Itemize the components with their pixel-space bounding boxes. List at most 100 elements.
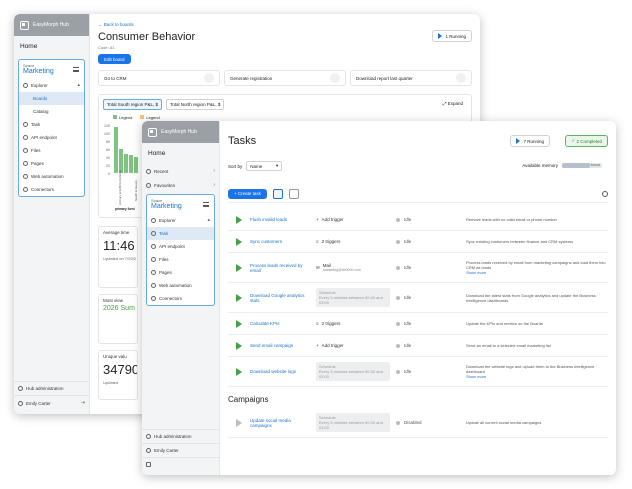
create-task-button[interactable]: + Create task (228, 188, 267, 199)
grouped-view-icon[interactable] (288, 188, 299, 199)
explorer-icon (23, 82, 28, 88)
menu-icon[interactable] (203, 202, 209, 207)
hub-admin-link[interactable]: Hub administration (142, 429, 219, 443)
sidebar-item-explorer[interactable]: Explorer ▴ (147, 213, 214, 227)
sidebar-item-api-endpoint[interactable]: API endpoint (147, 240, 214, 253)
status-dot-icon (396, 265, 400, 270)
sidebar-item-label: Files (31, 148, 41, 153)
files-icon (151, 257, 156, 262)
sort-control: Sort by Name ▾ (228, 161, 283, 171)
schedule-trigger[interactable]: Schedule Every 5 minutes between 00:00 an… (316, 413, 390, 432)
task-row[interactable]: Flush invalid leads + Add trigger Idle Re… (228, 209, 608, 231)
sidebar-item-explorer[interactable]: Explorer ▴ (19, 78, 84, 92)
expand-button[interactable]: ⤢ Expand (443, 101, 463, 106)
task-name[interactable]: Flush invalid leads (250, 217, 316, 222)
list-view-icon[interactable] (272, 188, 283, 199)
running-badge[interactable]: 1 Running (432, 30, 472, 42)
show-more-link[interactable]: Show more (466, 374, 608, 379)
description-text: Update the KPIs and metrics on the Board… (466, 321, 543, 326)
status-dot-icon (396, 239, 400, 244)
space-selector[interactable]: Space Marketing (147, 195, 214, 213)
sidebar-item-pages[interactable]: Pages (19, 157, 84, 170)
sidebar-item-connectors[interactable]: Connectors (147, 292, 214, 305)
status-label: Idle (404, 265, 412, 270)
show-more-link[interactable]: Show more (466, 270, 608, 275)
sidebar-item-recent[interactable]: Recent › (142, 164, 219, 178)
collapse-sidebar-button[interactable] (142, 457, 219, 471)
sidebar-item-task[interactable]: Task (147, 227, 214, 240)
tab-south-region[interactable]: Total South region P&L, $ (103, 99, 163, 110)
task-row[interactable]: Download Google analytics stats Schedule… (228, 283, 608, 313)
sidebar-item-label: Web automation (31, 174, 64, 179)
sidebar-item-label: Files (159, 257, 169, 262)
task-name[interactable]: Process leads received by email (250, 263, 316, 273)
user-avatar-icon (146, 448, 151, 453)
menu-icon[interactable] (73, 67, 79, 72)
task-row[interactable]: Send email campaign + Add trigger Idle Se… (228, 335, 608, 357)
trigger-label[interactable]: 2 triggers (322, 321, 341, 326)
tasks-main: Tasks 7 Running ✓ 2 Completed Sort by Na… (220, 121, 616, 475)
metric-card: Most view 2026 Sum sale (98, 294, 138, 344)
sidebar-item-label: Favourites (154, 182, 176, 188)
sidebar-item-files[interactable]: Files (19, 144, 84, 157)
web-automation-icon (151, 283, 156, 288)
completed-badge[interactable]: ✓ 2 Completed (565, 135, 608, 147)
schedule-trigger[interactable]: Schedule Every 5 minutes between 00:00 an… (316, 288, 390, 307)
task-row[interactable]: Process leads received by email ✉ Mail mar… (228, 253, 608, 283)
back-to-boards-link[interactable]: ← Back to boards (98, 22, 134, 27)
card-value: 2026 Sum sale (103, 305, 137, 312)
task-row[interactable]: Download website logs Schedule Every 5 mi… (228, 357, 608, 387)
space-selector[interactable]: Space Marketing (19, 60, 84, 78)
card-updated: Updated (103, 380, 119, 385)
sidebar-item-pages[interactable]: Pages (147, 266, 214, 279)
trigger-label[interactable]: 2 triggers (322, 239, 341, 244)
running-badge[interactable]: 7 Running (510, 135, 550, 147)
sidebar-item-label: API endpoint (31, 135, 57, 140)
user-profile[interactable]: Emily Carter ⇥ (14, 395, 89, 410)
task-row[interactable]: Update social media campaigns Schedule Ev… (228, 408, 608, 438)
run-task-button[interactable] (228, 319, 250, 328)
run-task-button[interactable] (228, 215, 250, 224)
trigger-label[interactable]: Add trigger (322, 343, 344, 348)
run-task-button[interactable] (228, 367, 250, 376)
back-link-label: Back to boards (103, 22, 134, 27)
task-name[interactable]: Calculate KPIs (250, 321, 316, 326)
sidebar-item-files[interactable]: Files (147, 253, 214, 266)
task-row[interactable]: Calculate KPIs ≡ 2 triggers Idle Update t… (228, 313, 608, 335)
tab-north-region[interactable]: Total North region P&L, $ (166, 99, 225, 110)
task-name[interactable]: Send email campaign (250, 343, 316, 348)
task-description: Download the latest stats from Google an… (466, 293, 608, 303)
sidebar-item-web-automation[interactable]: Web automation (147, 279, 214, 292)
trigger-label[interactable]: Add trigger (322, 217, 344, 222)
logout-icon[interactable]: ⇥ (81, 400, 85, 406)
home-link[interactable]: Home (14, 36, 89, 57)
generate-registration-action[interactable]: Generate registration (224, 70, 346, 86)
home-link[interactable]: Home (142, 143, 219, 164)
edit-board-button[interactable]: Edit board (98, 54, 131, 64)
sort-select[interactable]: Name ▾ (246, 161, 283, 171)
sidebar-item-catalog[interactable]: Catalog (19, 105, 84, 118)
hub-admin-link[interactable]: Hub administration (14, 381, 89, 395)
sidebar-item-boards[interactable]: Boards (19, 92, 84, 105)
run-task-button[interactable] (228, 263, 250, 272)
schedule-trigger[interactable]: Schedule Every 5 minutes between 00:00 an… (316, 362, 390, 381)
search-icon[interactable] (602, 190, 608, 197)
task-row[interactable]: Sync customers ≡ 2 triggers Idle Sync exi… (228, 231, 608, 253)
sidebar-item-web-automation[interactable]: Web automation (19, 170, 84, 183)
download-report-action[interactable]: Download report last quarter (350, 70, 472, 86)
trigger-detail: Every 5 minutes between 00:00 and 03:00 (319, 295, 383, 305)
task-name[interactable]: Download Google analytics stats (250, 293, 316, 303)
run-task-button[interactable] (228, 418, 250, 427)
sidebar-item-task[interactable]: Task (19, 118, 84, 131)
sidebar-item-favourites[interactable]: Favourites › (142, 178, 219, 192)
task-name[interactable]: Download website logs (250, 369, 316, 374)
task-name[interactable]: Update social media campaigns (250, 418, 316, 428)
sidebar-item-connectors[interactable]: Connectors (19, 183, 84, 196)
user-profile[interactable]: Emily Carter (142, 443, 219, 457)
go-to-crm-action[interactable]: Go to CRM (98, 70, 220, 86)
task-name[interactable]: Sync customers (250, 239, 316, 244)
run-task-button[interactable] (228, 293, 250, 302)
sidebar-item-api-endpoint[interactable]: API endpoint (19, 131, 84, 144)
run-task-button[interactable] (228, 341, 250, 350)
run-task-button[interactable] (228, 237, 250, 246)
